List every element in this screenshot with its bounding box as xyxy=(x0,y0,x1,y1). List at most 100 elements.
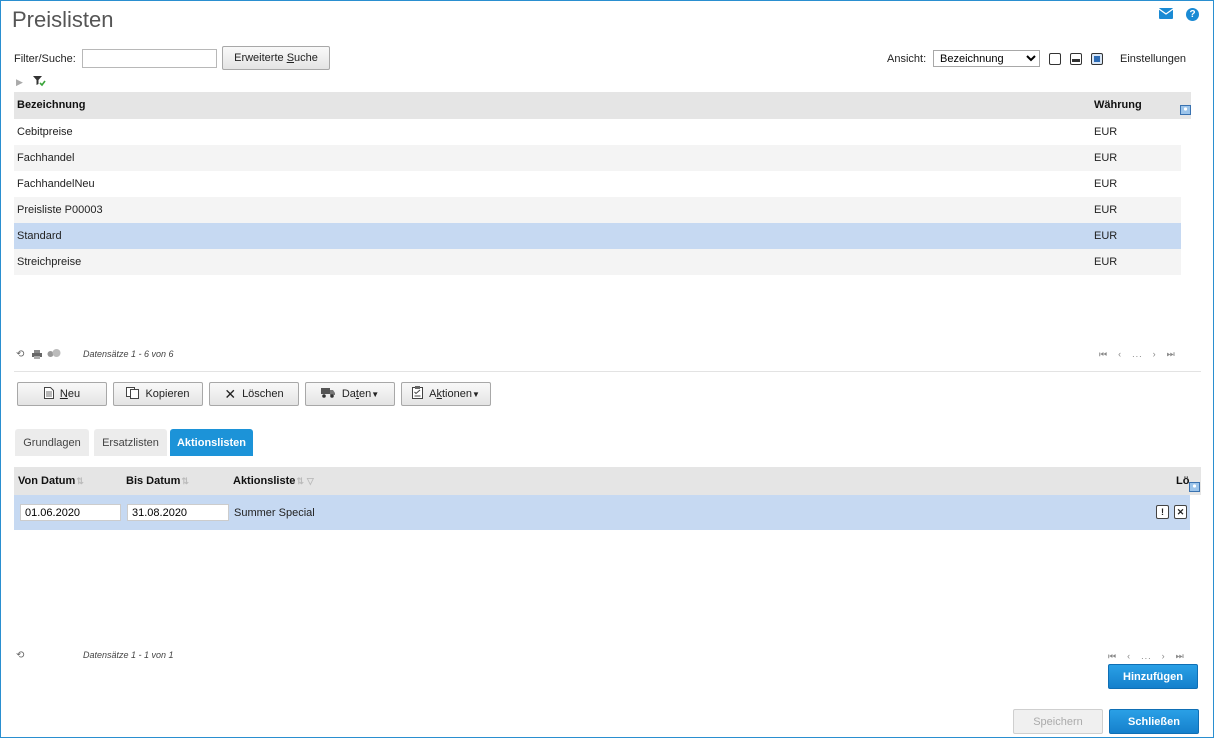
page-title: Preislisten xyxy=(12,7,114,32)
view-large-icon[interactable] xyxy=(1091,53,1103,65)
first-page-icon[interactable]: ⏮ xyxy=(1108,651,1117,662)
pager-dots: ... xyxy=(1132,349,1143,359)
print-icon[interactable] xyxy=(32,350,42,362)
pager-dots: ... xyxy=(1141,651,1152,661)
row-name: Cebitpreise xyxy=(17,126,73,138)
sub-pager: ⏮ ‹ ... › ⏭ xyxy=(1108,651,1185,662)
document-icon xyxy=(43,386,54,402)
refresh-icon[interactable]: ⟲ xyxy=(16,349,24,360)
actions-menu-button[interactable]: Aktionen▼ xyxy=(401,382,491,406)
header-from-date[interactable]: Von Datum⇅ xyxy=(18,467,84,495)
warning-icon[interactable]: ! xyxy=(1156,505,1169,519)
copy-label: Kopieren xyxy=(145,388,190,400)
to-date-input[interactable] xyxy=(127,504,229,521)
new-button[interactable]: Neu xyxy=(17,382,107,406)
subgrid-row[interactable]: Summer Special ! ✕ xyxy=(14,495,1190,530)
mail-icon[interactable] xyxy=(1158,8,1174,22)
last-page-icon[interactable]: ⏭ xyxy=(1176,651,1185,662)
delete-icon: ✕ xyxy=(224,385,237,402)
view-medium-icon[interactable] xyxy=(1070,53,1082,65)
table-row[interactable]: Streichpreise EUR xyxy=(14,249,1181,275)
view-small-icon[interactable] xyxy=(1049,53,1061,65)
caret-down-icon: ▼ xyxy=(471,390,480,399)
first-page-icon[interactable]: ⏮ xyxy=(1099,349,1108,360)
header-list-label: Aktionsliste xyxy=(233,475,296,487)
data-label-c: en xyxy=(358,388,372,400)
tab-grundlagen[interactable]: Grundlagen xyxy=(15,429,89,456)
tab-ersatzlisten[interactable]: Ersatzlisten xyxy=(94,429,167,456)
row-name: Streichpreise xyxy=(17,256,82,268)
caret-down-icon: ▼ xyxy=(371,390,380,399)
table-row[interactable]: Cebitpreise EUR xyxy=(14,119,1181,145)
row-currency: EUR xyxy=(1094,230,1118,242)
prev-page-icon[interactable]: ‹ xyxy=(1118,349,1122,360)
row-currency: EUR xyxy=(1094,178,1118,190)
table-row[interactable]: Preisliste P00003 EUR xyxy=(14,197,1181,223)
column-chooser-icon[interactable] xyxy=(1189,476,1200,502)
action-list-name: Summer Special xyxy=(234,507,315,519)
filter-icon[interactable] xyxy=(32,75,46,90)
prev-page-icon[interactable]: ‹ xyxy=(1127,651,1131,662)
row-name: Preisliste P00003 xyxy=(17,204,103,216)
table-row[interactable]: Fachhandel EUR xyxy=(14,145,1181,171)
sort-icon: ⇅ xyxy=(296,476,304,486)
row-name: Standard xyxy=(17,230,62,242)
save-button[interactable]: Speichern xyxy=(1013,709,1103,734)
header-currency[interactable]: Währung xyxy=(1094,92,1142,119)
sort-icon: ⇅ xyxy=(181,476,189,486)
subgrid-header: Von Datum⇅ Bis Datum⇅ Aktionsliste⇅ ▽ Lö xyxy=(14,467,1201,495)
column-chooser-icon[interactable] xyxy=(1180,99,1191,125)
delete-button[interactable]: ✕ Löschen xyxy=(209,382,299,406)
delete-label: Löschen xyxy=(242,388,284,400)
copy-button[interactable]: Kopieren xyxy=(113,382,203,406)
filter-label: Filter/Suche: xyxy=(14,53,76,65)
remove-icon[interactable]: ✕ xyxy=(1174,505,1187,519)
group-icon[interactable] xyxy=(47,349,61,361)
new-label-a: N xyxy=(59,388,68,400)
new-label-b: eu xyxy=(67,388,81,400)
settings-link[interactable]: Einstellungen xyxy=(1120,53,1186,65)
header-to-label: Bis Datum xyxy=(126,475,181,487)
row-name: Fachhandel xyxy=(17,152,75,164)
tab-aktionslisten[interactable]: Aktionslisten xyxy=(170,429,253,456)
actions-label-c: tionen xyxy=(441,388,472,400)
header-action-list[interactable]: Aktionsliste⇅ ▽ xyxy=(233,467,314,495)
header-to-date[interactable]: Bis Datum⇅ xyxy=(126,467,189,495)
data-menu-button[interactable]: Daten▼ xyxy=(305,382,395,406)
header-from-label: Von Datum xyxy=(18,475,76,487)
next-page-icon[interactable]: › xyxy=(1162,651,1166,662)
records-count: Datensätze 1 - 6 von 6 xyxy=(83,349,174,359)
last-page-icon[interactable]: ⏭ xyxy=(1167,349,1176,360)
filter-icon[interactable]: ▽ xyxy=(307,476,314,486)
row-currency: EUR xyxy=(1094,204,1118,216)
help-icon[interactable]: ? xyxy=(1186,8,1199,21)
view-select[interactable]: Bezeichnung xyxy=(933,50,1040,67)
advanced-search-label-c: uche xyxy=(294,52,318,64)
filter-input[interactable] xyxy=(82,49,217,68)
close-button[interactable]: Schließen xyxy=(1109,709,1199,734)
data-label-a: Da xyxy=(341,388,356,400)
sort-icon: ⇅ xyxy=(76,476,84,486)
grid-header: Bezeichnung Währung xyxy=(14,92,1191,119)
row-currency: EUR xyxy=(1094,126,1118,138)
advanced-search-label-b: S xyxy=(286,52,295,64)
sub-records-count: Datensätze 1 - 1 von 1 xyxy=(83,650,174,660)
view-label: Ansicht: xyxy=(887,53,927,65)
add-button[interactable]: Hinzufügen xyxy=(1108,664,1198,689)
from-date-input[interactable] xyxy=(20,504,121,521)
row-currency: EUR xyxy=(1094,152,1118,164)
advanced-search-label-a: Erweiterte xyxy=(234,52,287,64)
table-row-selected[interactable]: Standard EUR xyxy=(14,223,1181,249)
refresh-icon[interactable]: ⟲ xyxy=(16,650,24,661)
expand-arrow-icon[interactable]: ▶ xyxy=(16,77,23,88)
row-currency: EUR xyxy=(1094,256,1118,268)
truck-icon xyxy=(320,387,336,401)
header-delete: Lö xyxy=(1176,475,1190,487)
advanced-search-button[interactable]: Erweiterte Suche xyxy=(222,46,330,70)
next-page-icon[interactable]: › xyxy=(1153,349,1157,360)
table-row[interactable]: FachhandelNeu EUR xyxy=(14,171,1181,197)
pager: ⏮ ‹ ... › ⏭ xyxy=(1099,349,1176,360)
header-name[interactable]: Bezeichnung xyxy=(17,92,85,119)
copy-icon xyxy=(126,386,140,402)
clipboard-icon xyxy=(412,386,424,402)
